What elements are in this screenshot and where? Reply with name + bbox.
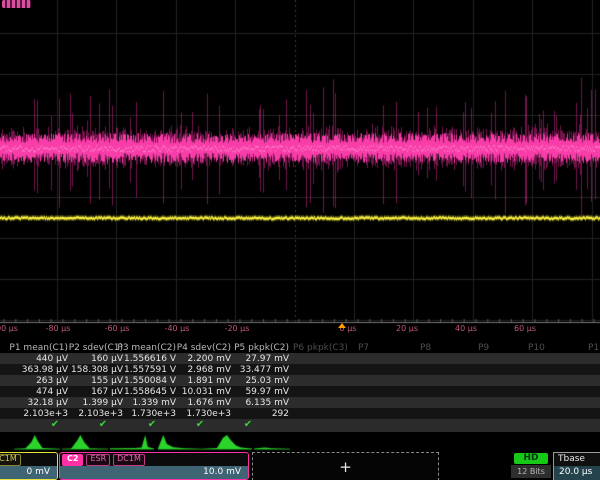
measurement-value: 25.03 mV	[245, 376, 289, 386]
measurement-value: 1.891 mV	[187, 376, 231, 386]
measurement-value: 292	[272, 409, 289, 419]
measurement-value: 263 µV	[36, 376, 68, 386]
time-axis-label-2: -60 µs	[105, 324, 130, 333]
measurement-value: 1.339 mV	[132, 398, 176, 408]
measurement-value: 1.556616 V	[124, 354, 176, 364]
measurement-row-1: 363.98 µV158.308 µV1.557591 V 2.968 mV 33.…	[0, 364, 600, 375]
channel-c2-descriptor[interactable]: C2 ESR DC1M 10.0 mV	[59, 452, 249, 480]
measurement-value: 1.730e+3	[186, 409, 231, 419]
channel-c1-descriptor[interactable]: DC1M 0 mV	[0, 452, 58, 480]
measurement-header-disabled[interactable]: P10	[528, 343, 545, 353]
measurement-value: 440 µV	[36, 354, 68, 364]
c1-coupling-badge: DC1M	[0, 454, 21, 466]
time-axis-label-4: -20 µs	[225, 324, 250, 333]
status-check-icon: ✔	[51, 419, 59, 430]
status-check-icon: ✔	[99, 419, 107, 430]
measurement-value: 2.200 mV	[187, 354, 231, 364]
c2-esr-badge: ESR	[86, 454, 110, 466]
measurement-header-P1[interactable]: P1 mean(C1)	[9, 343, 68, 353]
measurement-row-3: 474 µV 167 µV1.558645 V 10.031 mV 59.97 mV	[0, 386, 600, 397]
measurement-row-2: 263 µV 155 µV1.550084 V 1.891 mV 25.03 mV	[0, 375, 600, 386]
measurement-value: 27.97 mV	[245, 354, 289, 364]
measurement-header-P5[interactable]: P5 pkpk(C2)	[234, 343, 289, 353]
top-left-badge[interactable]	[2, 0, 31, 8]
measurement-value: 158.308 µV	[71, 365, 123, 375]
status-check-icon: ✔	[244, 419, 252, 430]
timebase-descriptor[interactable]: Tbase 20.0 µs	[553, 452, 600, 480]
measurement-row-4: 32.18 µV 1.399 µV 1.339 mV 1.676 mV 6.135 mV	[0, 397, 600, 408]
timebase-title: Tbase	[554, 453, 600, 466]
status-check-icon: ✔	[196, 419, 204, 430]
measurement-value: 155 µV	[91, 376, 123, 386]
measurement-value: 32.18 µV	[27, 398, 68, 408]
measurement-value: 2.103e+3	[78, 409, 123, 419]
measurement-row-5: 2.103e+3 2.103e+3 1.730e+3 1.730e+3 292	[0, 408, 600, 419]
measurement-value: 1.558645 V	[124, 387, 176, 397]
measurement-value: 2.968 mV	[187, 365, 231, 375]
measurement-value: 1.550084 V	[124, 376, 176, 386]
measurement-header-row: P1 mean(C1)P2 sdev(C1)P3 mean(C2)P4 sdev…	[0, 342, 600, 352]
timebase-value: 20.0 µs	[554, 466, 600, 480]
measurement-value: 2.103e+3	[23, 409, 68, 419]
waveform-display[interactable]	[0, 0, 600, 338]
time-axis-label-7: 40 µs	[455, 324, 477, 333]
time-axis-label-0: -100 µs	[0, 324, 18, 333]
time-axis-label-1: -80 µs	[46, 324, 71, 333]
time-axis-label-3: -40 µs	[165, 324, 190, 333]
measurement-value: 167 µV	[91, 387, 123, 397]
measurement-value: 1.399 µV	[82, 398, 123, 408]
measurement-header-disabled[interactable]: P9	[478, 343, 489, 353]
resolution-bits-label: 12 Bits	[511, 465, 551, 478]
measurement-value: 1.676 mV	[187, 398, 231, 408]
measurement-value: 474 µV	[36, 387, 68, 397]
hd-mode-badge[interactable]: HD	[514, 453, 548, 464]
measurement-header-P2[interactable]: P2 sdev(C1)	[69, 343, 123, 353]
trigger-position-marker[interactable]	[338, 323, 346, 328]
time-axis-label-6: 20 µs	[396, 324, 418, 333]
measurement-value: 1.557591 V	[124, 365, 176, 375]
oscilloscope-screen: -100 µs-80 µs-60 µs-40 µs-20 µs0 µs20 µs…	[0, 0, 600, 480]
measurement-header-P3[interactable]: P3 mean(C2)	[117, 343, 176, 353]
measurement-header-P4[interactable]: P4 sdev(C2)	[177, 343, 231, 353]
c2-coupling-badge: DC1M	[113, 454, 145, 466]
measurement-status-row: ✔ ✔ ✔ ✔ ✔	[0, 419, 600, 432]
measurement-value: 6.135 mV	[245, 398, 289, 408]
status-check-icon: ✔	[148, 419, 156, 430]
measurement-value: 160 µV	[91, 354, 123, 364]
measurement-value: 363.98 µV	[22, 365, 68, 375]
measurement-header-disabled[interactable]: P7	[358, 343, 369, 353]
measurement-header-disabled[interactable]: P6 pkpk(C3)	[293, 343, 348, 353]
descriptor-bar: DC1M 0 mV C2 ESR DC1M 10.0 mV + HD 12 Bi…	[0, 452, 600, 480]
measurement-header-disabled[interactable]: P11	[588, 343, 600, 353]
c2-vertical-scale: 10.0 mV	[60, 466, 248, 479]
measurement-value: 1.730e+3	[131, 409, 176, 419]
measurement-header-disabled[interactable]: P8	[420, 343, 431, 353]
measurement-row-0: 440 µV 160 µV1.556616 V 2.200 mV 27.97 mV	[0, 353, 600, 364]
measurement-value: 59.97 mV	[245, 387, 289, 397]
c1-vertical-scale: 0 mV	[0, 466, 57, 479]
c2-channel-badge: C2	[62, 454, 83, 466]
measurement-value: 33.477 mV	[240, 365, 289, 375]
measurement-value: 10.031 mV	[182, 387, 231, 397]
plus-icon: +	[339, 458, 352, 476]
measurement-histicons[interactable]	[0, 433, 600, 451]
time-axis-label-8: 60 µs	[514, 324, 536, 333]
add-trace-button[interactable]: +	[252, 452, 439, 480]
